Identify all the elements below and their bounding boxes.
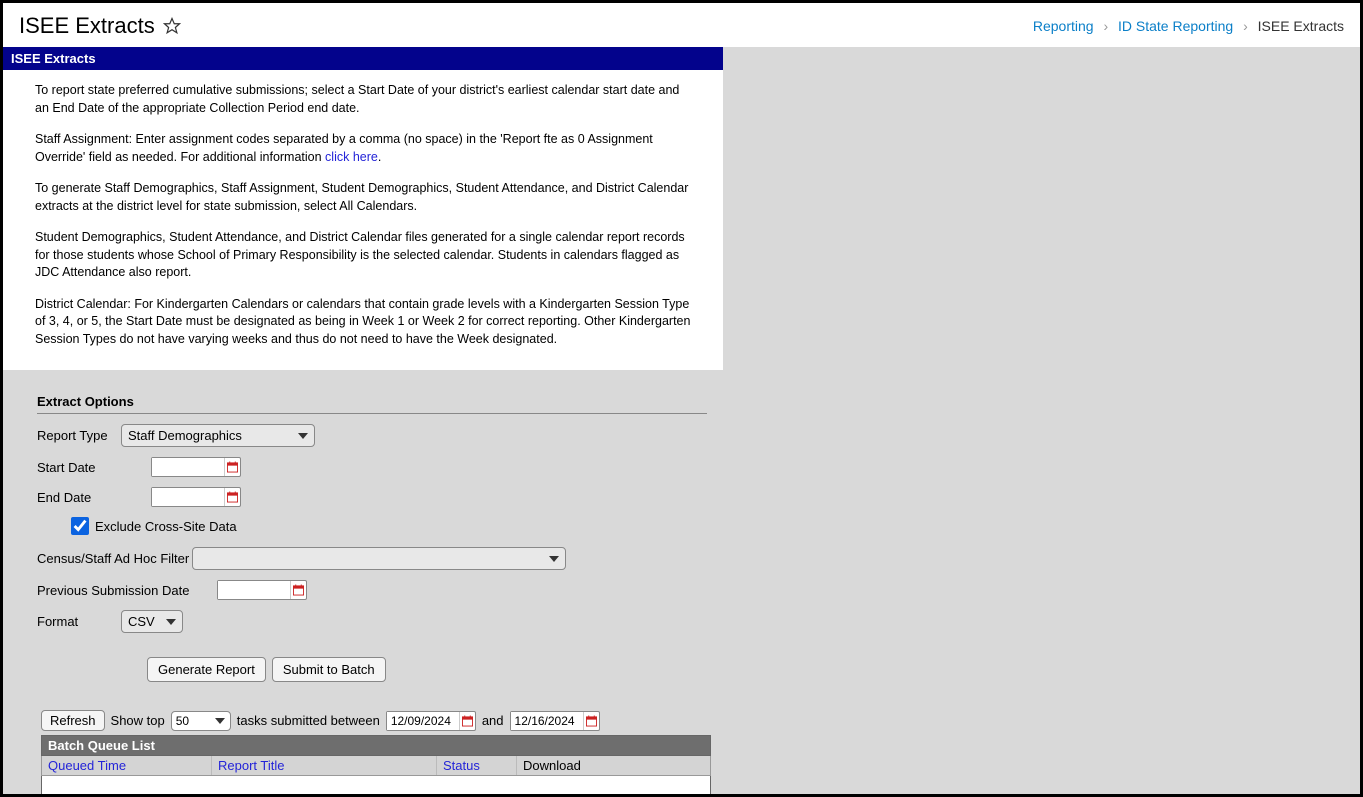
page-title: ISEE Extracts — [19, 13, 155, 39]
previous-submission-label: Previous Submission Date — [37, 583, 217, 598]
show-top-label: Show top — [111, 713, 165, 728]
adhoc-filter-label: Census/Staff Ad Hoc Filter — [37, 551, 192, 566]
calendar-icon[interactable] — [290, 581, 306, 599]
generate-report-button[interactable]: Generate Report — [147, 657, 266, 682]
col-download: Download — [517, 756, 710, 775]
batch-queue-header: Batch Queue List — [41, 735, 711, 756]
end-date-input[interactable] — [152, 488, 224, 506]
breadcrumb: Reporting › ID State Reporting › ISEE Ex… — [1033, 18, 1344, 34]
intro-paragraph: To report state preferred cumulative sub… — [35, 82, 691, 117]
calendar-icon[interactable] — [583, 712, 599, 730]
col-status[interactable]: Status — [437, 756, 517, 775]
star-icon[interactable] — [163, 17, 181, 35]
exclude-cross-site-label: Exclude Cross-Site Data — [95, 519, 237, 534]
queue-and-label: and — [482, 713, 504, 728]
start-date-input[interactable] — [152, 458, 224, 476]
breadcrumb-reporting[interactable]: Reporting — [1033, 18, 1094, 34]
extract-options-title: Extract Options — [37, 394, 723, 409]
start-date-label: Start Date — [37, 460, 151, 475]
exclude-cross-site-checkbox[interactable] — [71, 517, 89, 535]
refresh-button[interactable]: Refresh — [41, 710, 105, 731]
adhoc-filter-select[interactable] — [192, 547, 566, 570]
col-report-title[interactable]: Report Title — [212, 756, 437, 775]
breadcrumb-id-state-reporting[interactable]: ID State Reporting — [1118, 18, 1233, 34]
batch-queue-body — [41, 776, 711, 797]
panel-header: ISEE Extracts — [3, 47, 723, 70]
show-top-select[interactable]: 50 — [171, 711, 231, 731]
queue-date-to-input[interactable] — [511, 712, 583, 730]
queue-between-label: tasks submitted between — [237, 713, 380, 728]
calendar-icon[interactable] — [224, 458, 240, 476]
submit-to-batch-button[interactable]: Submit to Batch — [272, 657, 386, 682]
click-here-link[interactable]: click here — [325, 150, 378, 164]
breadcrumb-current: ISEE Extracts — [1258, 18, 1344, 34]
intro-paragraph: To generate Staff Demographics, Staff As… — [35, 180, 691, 215]
report-type-select[interactable]: Staff Demographics — [121, 424, 315, 447]
chevron-right-icon: › — [1103, 18, 1108, 34]
chevron-right-icon: › — [1243, 18, 1248, 34]
previous-submission-input[interactable] — [218, 581, 290, 599]
batch-queue-columns: Queued Time Report Title Status Download — [41, 756, 711, 776]
format-select[interactable]: CSV — [121, 610, 183, 633]
end-date-label: End Date — [37, 490, 151, 505]
format-label: Format — [37, 614, 121, 629]
calendar-icon[interactable] — [224, 488, 240, 506]
intro-paragraph: District Calendar: For Kindergarten Cale… — [35, 296, 691, 349]
intro-paragraph: Student Demographics, Student Attendance… — [35, 229, 691, 282]
calendar-icon[interactable] — [459, 712, 475, 730]
divider — [37, 413, 707, 414]
col-queued-time[interactable]: Queued Time — [42, 756, 212, 775]
intro-paragraph: Staff Assignment: Enter assignment codes… — [35, 131, 691, 166]
queue-date-from-input[interactable] — [387, 712, 459, 730]
report-type-label: Report Type — [37, 428, 121, 443]
